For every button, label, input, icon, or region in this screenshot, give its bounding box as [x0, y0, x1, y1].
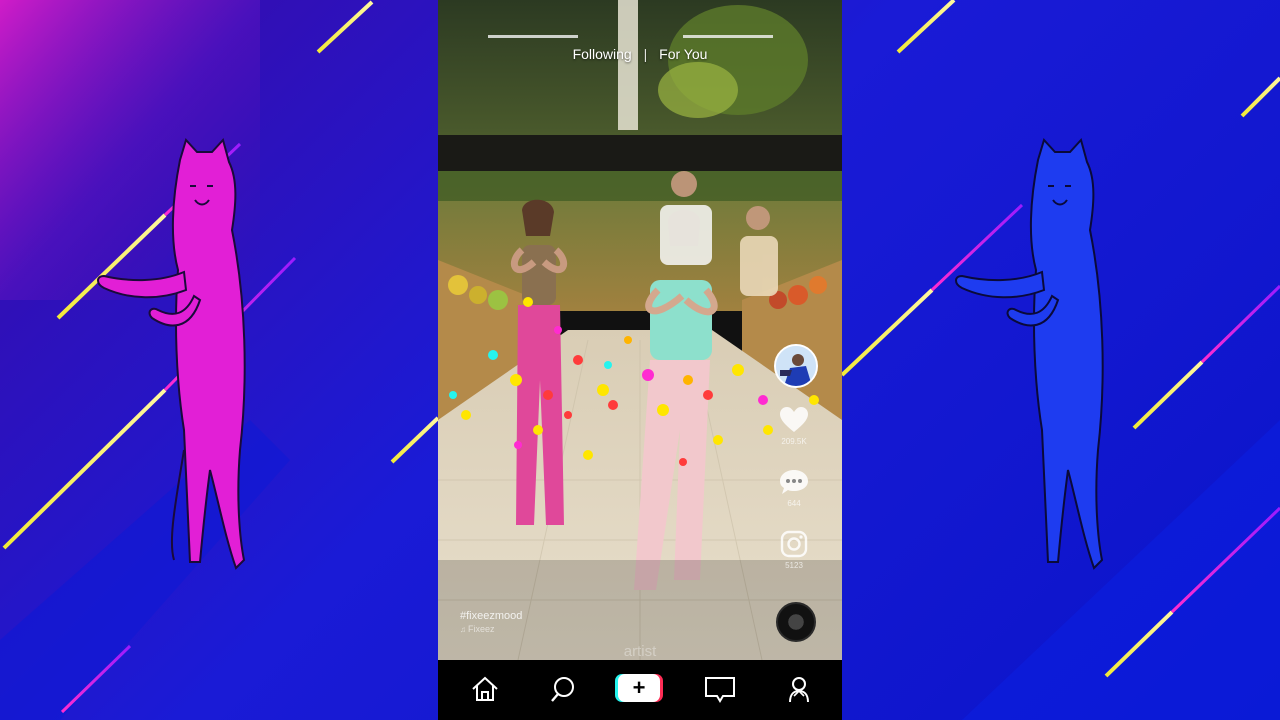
comment-button[interactable]: 644 [772, 468, 816, 508]
stripe [390, 416, 438, 464]
background-art-right [842, 0, 1280, 720]
home-icon [472, 676, 498, 701]
share-count: 5123 [785, 561, 803, 570]
sound-name: Fixeez [468, 624, 495, 634]
cat-illustration-right [955, 137, 1104, 570]
like-button[interactable]: 209.5K [772, 406, 816, 446]
creator-avatar[interactable] [774, 344, 818, 388]
share-button[interactable]: 5123 [772, 530, 816, 570]
video-caption: #fixeezmood ♫ Fixeez [460, 610, 522, 634]
person-icon [789, 677, 809, 703]
nav-discover[interactable] [547, 672, 581, 706]
watermark-text: artist [623, 643, 657, 660]
feed-tabs: Following | For You [438, 46, 842, 62]
nav-home[interactable] [468, 672, 502, 706]
nav-create[interactable]: + [615, 674, 663, 704]
stripe [316, 0, 374, 54]
caption-hashtag[interactable]: #fixeezmood [460, 610, 522, 622]
phone-screen: Following | For You 209.5K 644 5123 #fix… [438, 0, 842, 720]
create-button: + [615, 674, 663, 702]
like-count: 209.5K [781, 437, 807, 446]
stripe [1200, 284, 1280, 364]
heart-icon [780, 407, 808, 432]
music-note-icon: ♫ [460, 625, 466, 634]
nav-profile[interactable] [782, 672, 816, 706]
stripe [896, 0, 956, 54]
message-icon [705, 677, 735, 703]
stripe [1240, 76, 1280, 118]
bottom-nav: + [438, 660, 842, 720]
tab-separator: | [643, 46, 648, 62]
tab-following[interactable]: Following [573, 46, 632, 62]
plus-icon: + [618, 674, 660, 702]
instagram-icon [780, 530, 808, 558]
comment-count: 644 [787, 499, 801, 508]
avatar-image [776, 346, 816, 386]
search-icon [551, 677, 574, 702]
stripe [930, 203, 1024, 292]
tab-for-you[interactable]: For You [659, 46, 707, 62]
caption-sound[interactable]: ♫ Fixeez [460, 624, 522, 634]
background-art-left [0, 0, 438, 720]
stripe [842, 288, 934, 377]
music-disc-icon[interactable] [776, 602, 816, 642]
nav-inbox[interactable] [703, 672, 737, 706]
stripe [1132, 360, 1204, 430]
comment-icon [780, 470, 808, 494]
